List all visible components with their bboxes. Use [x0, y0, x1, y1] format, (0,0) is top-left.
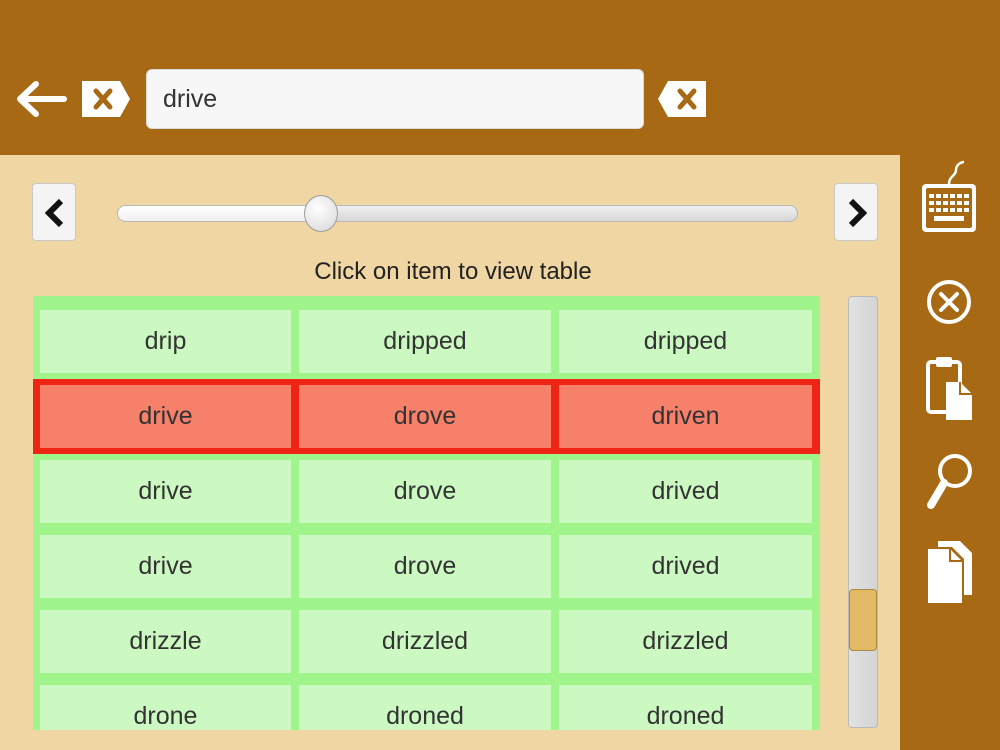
table-row[interactable]: drive drove drived	[33, 529, 820, 604]
table-row[interactable]: drive drove drived	[33, 454, 820, 529]
table-cell: drone	[40, 685, 291, 730]
instruction-text: Click on item to view table	[314, 258, 592, 285]
clear-right-button[interactable]	[656, 79, 708, 119]
table-cell: drizzled	[559, 610, 812, 673]
table-cell: drizzled	[299, 610, 551, 673]
table-cell: drive	[40, 535, 291, 598]
arrow-left-icon	[17, 81, 67, 117]
slider-track[interactable]	[117, 205, 798, 222]
close-button[interactable]	[918, 268, 980, 336]
table-cell: droned	[559, 685, 812, 730]
table-cell: drizzle	[40, 610, 291, 673]
table-row[interactable]: drip dripped dripped	[33, 304, 820, 379]
previous-button[interactable]	[32, 183, 76, 241]
next-button[interactable]	[834, 183, 878, 241]
circle-x-icon	[927, 280, 971, 324]
search-button[interactable]	[918, 447, 980, 517]
slider-fill	[118, 206, 323, 221]
paste-button[interactable]	[918, 352, 980, 424]
chevron-left-icon	[44, 198, 64, 228]
top-bar	[0, 0, 1000, 155]
backspace-x-icon	[82, 81, 130, 117]
clipboard-paste-icon	[926, 357, 972, 420]
table-cell: drip	[40, 310, 291, 373]
table-cell: droned	[299, 685, 551, 730]
table-row[interactable]: drone droned droned	[33, 679, 820, 730]
table-cell: dripped	[559, 310, 812, 373]
table-cell: drive	[40, 460, 291, 523]
vertical-scrollbar[interactable]	[848, 296, 878, 728]
table-cell: drive	[40, 385, 291, 448]
table-cell: drived	[559, 460, 812, 523]
keyboard-button[interactable]	[918, 158, 980, 238]
backspace-x-icon	[658, 81, 706, 117]
back-button[interactable]	[12, 78, 68, 120]
clear-left-button[interactable]	[80, 79, 132, 119]
keyboard-icon	[922, 160, 976, 232]
scrollbar-thumb[interactable]	[849, 589, 877, 651]
table-cell: drove	[299, 535, 551, 598]
copy-button[interactable]	[918, 535, 980, 611]
copy-pages-icon	[928, 541, 972, 603]
table-cell: driven	[559, 385, 812, 448]
word-table: drip dripped dripped drive drove driven …	[33, 296, 820, 730]
table-cell: drove	[299, 460, 551, 523]
table-row[interactable]: drizzle drizzled drizzled	[33, 604, 820, 679]
search-input[interactable]	[146, 69, 644, 129]
table-row[interactable]: drive drove driven	[33, 379, 820, 454]
magnifier-icon	[927, 454, 972, 509]
chevron-right-icon	[848, 198, 868, 228]
table-cell: dripped	[299, 310, 551, 373]
table-cell: drove	[299, 385, 551, 448]
table-cell: drived	[559, 535, 812, 598]
